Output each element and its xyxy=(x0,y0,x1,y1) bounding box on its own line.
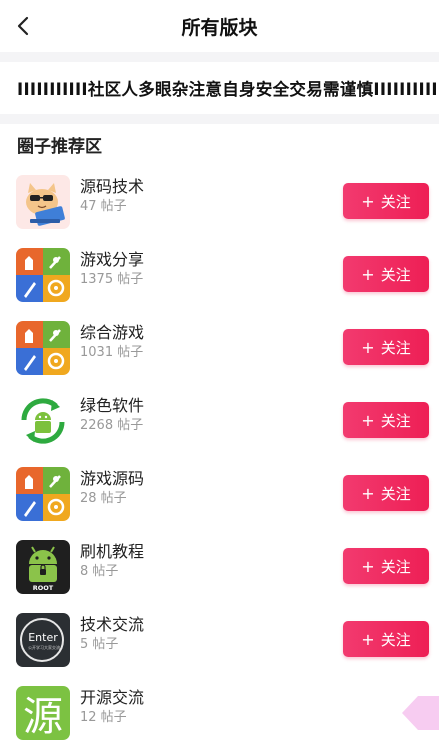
follow-button[interactable]: + 关注 xyxy=(343,402,429,438)
game-center-icon xyxy=(16,321,70,375)
post-count: 47 帖子 xyxy=(80,199,127,214)
section-title: 圈子推荐区 xyxy=(17,137,102,157)
follow-label: 关注 xyxy=(380,338,411,357)
board-list: 源码技术 47 帖子 + 关注 游戏分享 1375 帖子 + 关注 综合游戏 1… xyxy=(0,168,439,746)
root-label: ROOT xyxy=(33,584,54,592)
enter-sub-label: 公开学习大家交流 xyxy=(28,644,60,650)
follow-button[interactable]: + 关注 xyxy=(343,329,429,365)
android-recycle-icon xyxy=(16,394,70,448)
post-count: 12 帖子 xyxy=(80,710,127,725)
top-bar: 所有版块 xyxy=(0,0,439,52)
divider xyxy=(0,52,439,62)
follow-label: 关注 xyxy=(380,265,411,284)
plus-icon: + xyxy=(361,629,375,649)
list-item[interactable]: 综合游戏 1031 帖子 + 关注 xyxy=(0,314,439,387)
divider xyxy=(0,114,439,124)
list-item[interactable]: ROOT 刷机教程 8 帖子 + 关注 xyxy=(0,533,439,606)
page-title: 所有版块 xyxy=(181,17,258,39)
post-count: 2268 帖子 xyxy=(80,418,144,433)
follow-button[interactable]: + 关注 xyxy=(343,621,429,657)
android-root-icon: ROOT xyxy=(16,540,70,594)
plus-icon: + xyxy=(361,264,375,284)
plus-icon: + xyxy=(361,337,375,357)
plus-icon: + xyxy=(361,410,375,430)
list-item[interactable]: 游戏源码 28 帖子 + 关注 xyxy=(0,460,439,533)
list-item[interactable]: 游戏分享 1375 帖子 + 关注 xyxy=(0,241,439,314)
board-name: 刷机教程 xyxy=(80,542,145,561)
list-item[interactable]: 源 开源交流 12 帖子 xyxy=(0,679,439,746)
floating-tab[interactable] xyxy=(398,696,439,730)
plus-icon: + xyxy=(361,191,375,211)
list-item[interactable]: 绿色软件 2268 帖子 + 关注 xyxy=(0,387,439,460)
board-name: 游戏源码 xyxy=(80,469,145,488)
game-center-icon xyxy=(16,467,70,521)
follow-button[interactable]: + 关注 xyxy=(343,256,429,292)
board-name: 绿色软件 xyxy=(80,396,145,415)
follow-label: 关注 xyxy=(380,484,411,503)
enter-logo-icon: Enter 公开学习大家交流 xyxy=(16,613,70,667)
notice-banner: IIIIIIIIIII社区人多眼杂注意自身安全交易需谨慎IIIIIIIIIII xyxy=(0,62,439,114)
plus-icon: + xyxy=(361,483,375,503)
post-count: 1031 帖子 xyxy=(80,345,144,360)
notice-text: IIIIIIIIIII社区人多眼杂注意自身安全交易需谨慎IIIIIIIIIII xyxy=(17,80,439,99)
post-count: 28 帖子 xyxy=(80,491,127,506)
yuan-label: 源 xyxy=(23,694,63,740)
board-name: 源码技术 xyxy=(80,177,145,196)
post-count: 8 帖子 xyxy=(80,564,119,579)
follow-label: 关注 xyxy=(380,411,411,430)
board-name: 游戏分享 xyxy=(80,250,145,269)
follow-button[interactable]: + 关注 xyxy=(343,475,429,511)
game-center-icon xyxy=(16,248,70,302)
follow-button[interactable]: + 关注 xyxy=(343,548,429,584)
post-count: 1375 帖子 xyxy=(80,272,144,287)
follow-label: 关注 xyxy=(380,192,411,211)
board-name: 综合游戏 xyxy=(80,323,145,342)
follow-button[interactable]: + 关注 xyxy=(343,183,429,219)
board-name: 开源交流 xyxy=(80,688,145,707)
follow-label: 关注 xyxy=(380,630,411,649)
follow-label: 关注 xyxy=(380,557,411,576)
yuan-character-icon: 源 xyxy=(16,686,70,740)
plus-icon: + xyxy=(361,556,375,576)
post-count: 5 帖子 xyxy=(80,637,119,652)
list-item[interactable]: 源码技术 47 帖子 + 关注 xyxy=(0,168,439,241)
list-item[interactable]: Enter 公开学习大家交流 技术交流 5 帖子 + 关注 xyxy=(0,606,439,679)
cat-laptop-icon xyxy=(16,175,70,229)
board-name: 技术交流 xyxy=(80,615,145,634)
enter-label: Enter xyxy=(28,631,58,644)
